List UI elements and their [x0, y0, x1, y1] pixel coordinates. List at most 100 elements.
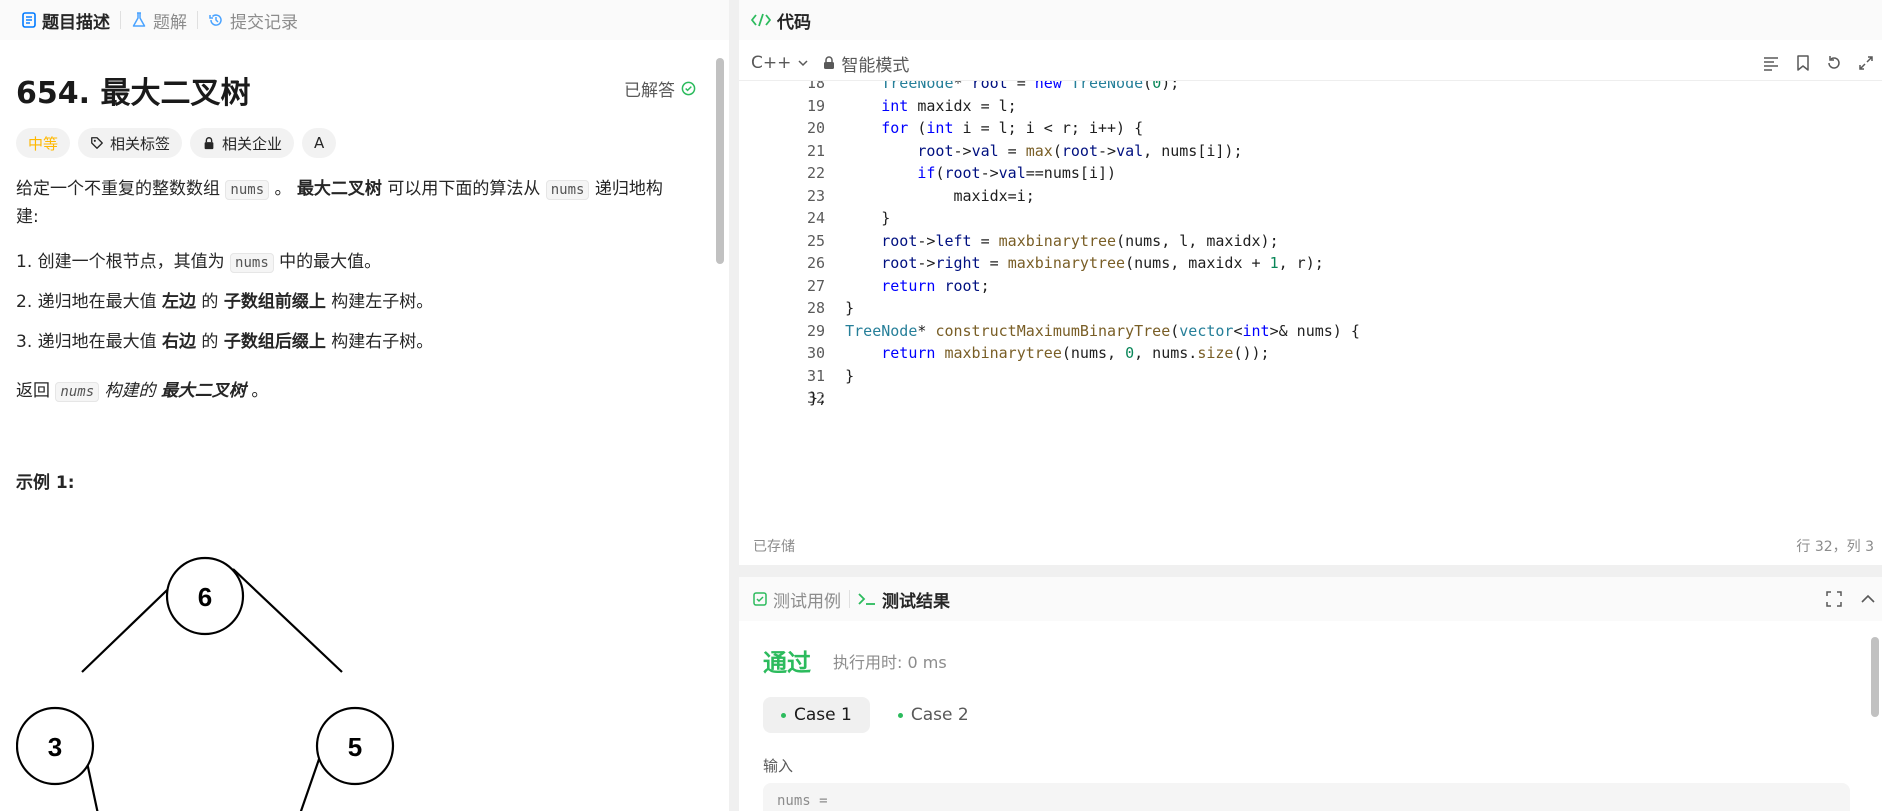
flask-icon [132, 12, 146, 27]
language-select[interactable]: C++ [751, 53, 809, 73]
scroll-thumb[interactable] [716, 58, 724, 264]
code-text: root->right = maxbinarytree(nums, maxidx… [881, 254, 1324, 272]
lock-icon [824, 56, 835, 69]
code-text: root->left = maxbinarytree(nums, l, maxi… [881, 231, 1279, 250]
code-line[interactable]: 27 return root; [739, 275, 1882, 298]
code-line[interactable]: 32}; [739, 387, 1882, 410]
step-bold: 左边 [162, 292, 197, 312]
step-text: 构建左子树。 [325, 292, 434, 312]
code-text: } [809, 366, 855, 385]
step-text: 的 [196, 332, 224, 352]
tab-solutions-label: 题解 [153, 12, 187, 33]
translate-button[interactable]: A [302, 128, 337, 158]
format-icon[interactable] [1762, 55, 1780, 71]
pass-dot [897, 712, 903, 718]
code-line[interactable]: 18 TreeNode* root = new TreeNode(0); [739, 80, 1882, 95]
description-tabs: 题目描述 题解 提交记录 [0, 0, 729, 40]
tags-row: 中等 相关标签 相关企业 A [16, 128, 337, 158]
history-icon [209, 14, 222, 26]
scroll-thumb[interactable] [1871, 637, 1879, 717]
chevron-up-icon[interactable] [1860, 591, 1876, 607]
code-text: TreeNode* constructMaximumBinaryTree(vec… [845, 321, 1360, 340]
case-label: Case 1 [794, 705, 852, 725]
code-icon [751, 13, 771, 27]
code-editor[interactable]: 18 TreeNode* root = new TreeNode(0); 19 i… [739, 80, 1882, 530]
case-tab-1[interactable]: Case 1 [763, 697, 870, 733]
related-companies-button[interactable]: 相关企业 [190, 128, 295, 158]
verdict-status: 通过 [763, 649, 811, 677]
code-line[interactable]: 29 TreeNode* constructMaximumBinaryTree(… [739, 320, 1882, 343]
smart-mode-label: 智能模式 [841, 55, 910, 76]
smart-mode-toggle[interactable]: 智能模式 [823, 51, 909, 76]
terminal-icon [858, 593, 875, 605]
desc-text: 可以用下面的算法从 [381, 179, 546, 199]
tree-node-label: 5 [348, 732, 362, 762]
code-line[interactable]: 24 } [739, 207, 1882, 230]
difficulty-tag[interactable]: 中等 [16, 128, 71, 158]
desc-text: 。 [269, 179, 297, 199]
result-scrollbar[interactable] [1868, 637, 1882, 811]
step-text: 3. 递归地在最大值 [16, 332, 163, 352]
code-text: } [809, 209, 891, 227]
code-text: TreeNode* root = new TreeNode(0); [881, 80, 1180, 92]
doc-icon [22, 12, 36, 28]
bookmark-icon[interactable] [1796, 55, 1810, 71]
tab-testcase[interactable]: 测试用例 [753, 587, 841, 612]
app-root: 题目描述 题解 提交记录 654. 最大二叉树 已解答 中等 相关标签 相关企业… [0, 0, 1882, 811]
code-toolbar: C++ 智能模式 [739, 46, 1882, 80]
tree-edge [232, 568, 343, 673]
code-line[interactable]: 28 } [739, 297, 1882, 320]
case-tabs: Case 1 Case 2 [763, 697, 987, 733]
step-text: 的 [196, 292, 224, 312]
panel-resizer-horizontal[interactable] [739, 565, 1882, 577]
code-line[interactable]: 23 maxidx=i; [739, 185, 1882, 208]
editor-actions [1762, 46, 1874, 80]
input-value[interactable]: nums = [763, 783, 1850, 811]
language-label: C++ [751, 53, 792, 73]
code-line[interactable]: 20 for (int i = l; i < r; i++) { [739, 117, 1882, 140]
related-tags-label: 相关标签 [110, 134, 171, 153]
tab-test-result[interactable]: 测试结果 [858, 587, 950, 612]
code-text: for (int i = l; i < r; i++) { [881, 119, 1144, 137]
related-tags-button[interactable]: 相关标签 [78, 128, 183, 158]
code-nums: nums [545, 180, 590, 200]
code-header: 代码 [739, 0, 1882, 40]
step-bold: 子数组后缀上 [223, 332, 326, 352]
return-bold: 最大二叉树 [160, 381, 246, 401]
code-text: }; [809, 389, 828, 407]
result-actions [1826, 577, 1876, 621]
code-panel: 代码 C++ 智能模式 18 TreeNode* root = new Tree… [739, 0, 1882, 565]
tree-diagram: 6 3 5 [16, 556, 395, 811]
code-line[interactable]: 30 return maxbinarytree(nums, 0, nums.si… [739, 342, 1882, 365]
code-line[interactable]: 26 root->right = maxbinarytree(nums, max… [739, 252, 1882, 275]
checkbox-icon [753, 592, 767, 606]
title-row: 654. 最大二叉树 已解答 [16, 68, 696, 111]
code-text: maxidx=i; [809, 186, 1035, 205]
fullscreen-icon[interactable] [1826, 591, 1842, 607]
return-paragraph: 返回 nums 构建的 最大二叉树 。 [16, 378, 268, 406]
solved-badge: 已解答 [624, 76, 696, 101]
expand-icon[interactable] [1858, 55, 1874, 71]
code-line[interactable]: 31 } [739, 365, 1882, 388]
tab-submissions[interactable]: 提交记录 [198, 0, 308, 40]
panel-resizer[interactable] [729, 0, 739, 811]
return-text: 构建的 [99, 381, 161, 401]
code-line[interactable]: 19 int maxidx = l; [739, 95, 1882, 118]
code-header-title: 代码 [777, 12, 811, 33]
tab-description-label: 题目描述 [42, 12, 110, 33]
tab-description[interactable]: 题目描述 [12, 0, 120, 40]
step-3: 3. 递归地在最大值 右边 的 子数组后缀上 构建右子树。 [16, 329, 433, 356]
lock-icon [204, 137, 214, 150]
tab-solutions[interactable]: 题解 [121, 0, 197, 40]
code-text: } [809, 299, 855, 317]
pass-dot [781, 712, 786, 718]
code-text: int maxidx = l; [881, 96, 1017, 115]
case-tab-2[interactable]: Case 2 [880, 697, 987, 733]
chevron-down-icon [798, 60, 808, 67]
code-line[interactable]: 25 root->left = maxbinarytree(nums, l, m… [739, 230, 1882, 253]
code-line[interactable]: 21 root->val = max(root->val, nums[i]); [739, 140, 1882, 163]
description-scrollbar[interactable] [713, 44, 727, 808]
reset-icon[interactable] [1826, 55, 1842, 71]
code-line[interactable]: 22 if(root->val==nums[i]) [739, 162, 1882, 185]
step-text: 2. 递归地在最大值 [16, 292, 163, 312]
